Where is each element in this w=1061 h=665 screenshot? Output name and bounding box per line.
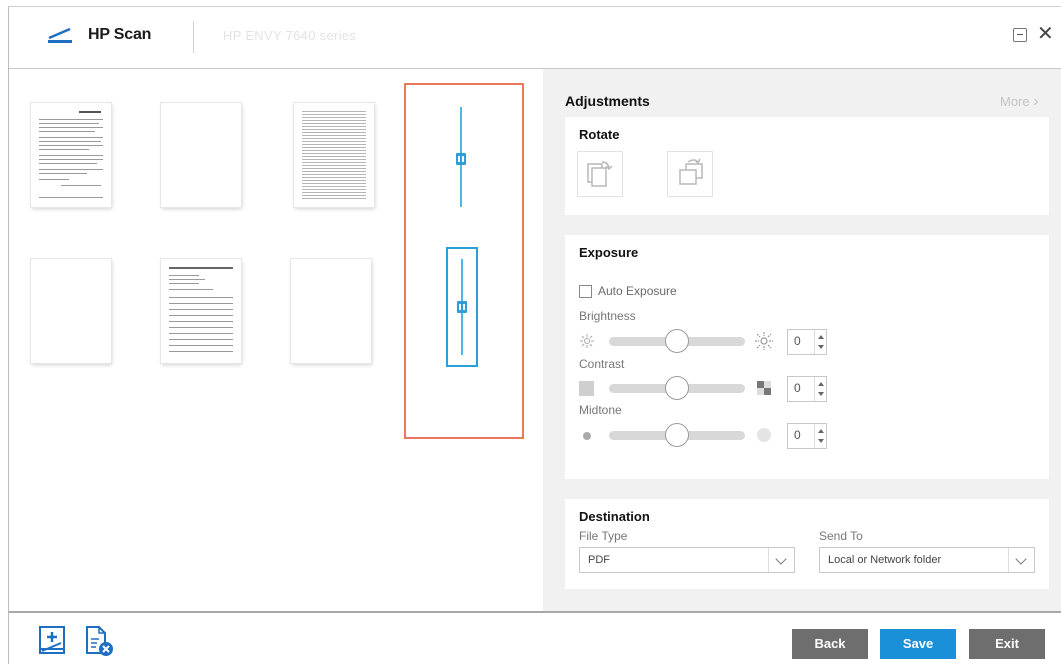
rotate-card: Rotate (565, 117, 1049, 215)
rotate-left-button[interactable] (577, 151, 623, 197)
adjustments-title: Adjustments (565, 93, 650, 109)
brightness-slider-knob[interactable] (665, 329, 689, 353)
form-page-icon[interactable] (161, 259, 241, 363)
minimize-icon[interactable] (1013, 28, 1027, 42)
adjustments-panel: Adjustments More › Rotate Exposure Auto … (543, 69, 1061, 611)
contrast-value: 0 (794, 381, 801, 395)
delete-page-icon[interactable] (83, 625, 115, 657)
exit-button[interactable]: Exit (969, 629, 1045, 659)
contrast-stepper[interactable]: 0 (787, 376, 827, 402)
brightness-stepper[interactable]: 0 (787, 329, 827, 355)
bottom-bar: Back Save Exit (9, 611, 1061, 665)
save-button[interactable]: Save (880, 629, 956, 659)
send-to-value: Local or Network folder (828, 554, 942, 566)
send-to-select[interactable]: Local or Network folder (819, 547, 1035, 573)
exposure-card: Exposure Auto Exposure Brightness 0 Cont… (565, 235, 1049, 479)
rotate-title: Rotate (579, 127, 620, 142)
blank-page-icon[interactable] (31, 259, 111, 363)
auto-exposure-label: Auto Exposure (598, 284, 677, 298)
title-bar: HP Scan HP ENVY 7640 series ✕ (9, 7, 1061, 69)
midtone-stepper[interactable]: 0 (787, 423, 827, 449)
destination-title: Destination (579, 509, 650, 524)
app-title: HP Scan (88, 26, 152, 43)
file-type-label: File Type (579, 529, 628, 543)
blank-page-icon[interactable] (161, 103, 241, 207)
more-label: More (1000, 94, 1030, 109)
dense-text-page-icon[interactable] (294, 103, 374, 207)
destination-card: Destination File Type PDF Send To Local … (565, 499, 1049, 589)
midtone-high-icon (757, 428, 771, 442)
more-link[interactable]: More › (1000, 93, 1039, 111)
brightness-label: Brightness (579, 309, 636, 323)
chevron-right-icon: › (1033, 93, 1039, 110)
contrast-high-icon (757, 381, 771, 395)
contrast-label: Contrast (579, 357, 625, 371)
chevron-down-icon (768, 548, 794, 572)
chevron-down-icon (1008, 548, 1034, 572)
rotate-right-button[interactable] (667, 151, 713, 197)
back-button[interactable]: Back (792, 629, 868, 659)
rotate-left-icon (587, 161, 613, 187)
send-to-label: Send To (819, 529, 863, 543)
split-handle-icon[interactable] (456, 153, 466, 165)
file-type-value: PDF (588, 554, 610, 566)
blank-page-icon[interactable] (291, 259, 371, 363)
file-type-select[interactable]: PDF (579, 547, 795, 573)
auto-exposure-checkbox[interactable] (579, 285, 592, 298)
close-icon[interactable]: ✕ (1037, 21, 1054, 46)
contrast-low-icon (579, 381, 594, 396)
document-page-icon[interactable] (31, 103, 111, 207)
contrast-spin-icon[interactable] (814, 377, 826, 401)
device-name[interactable]: HP ENVY 7640 series (223, 28, 356, 43)
brightness-spin-icon[interactable] (814, 330, 826, 354)
add-page-icon[interactable] (37, 625, 69, 657)
scanner-logo-icon (48, 27, 72, 43)
contrast-slider-knob[interactable] (665, 376, 689, 400)
midtone-slider-knob[interactable] (665, 423, 689, 447)
exposure-title: Exposure (579, 245, 639, 260)
brightness-value: 0 (794, 334, 801, 348)
scan-preview-area (9, 69, 543, 611)
brightness-low-icon (580, 334, 594, 348)
split-handle-icon[interactable] (457, 301, 467, 313)
midtone-low-icon (583, 432, 591, 440)
rotate-right-icon (679, 158, 703, 185)
midtone-value: 0 (794, 428, 801, 442)
hp-scan-window: HP Scan HP ENVY 7640 series ✕ Adjustment… (8, 6, 1061, 665)
midtone-spin-icon[interactable] (814, 424, 826, 448)
brightness-high-icon (755, 332, 773, 350)
midtone-label: Midtone (579, 403, 622, 417)
title-divider (193, 21, 194, 53)
